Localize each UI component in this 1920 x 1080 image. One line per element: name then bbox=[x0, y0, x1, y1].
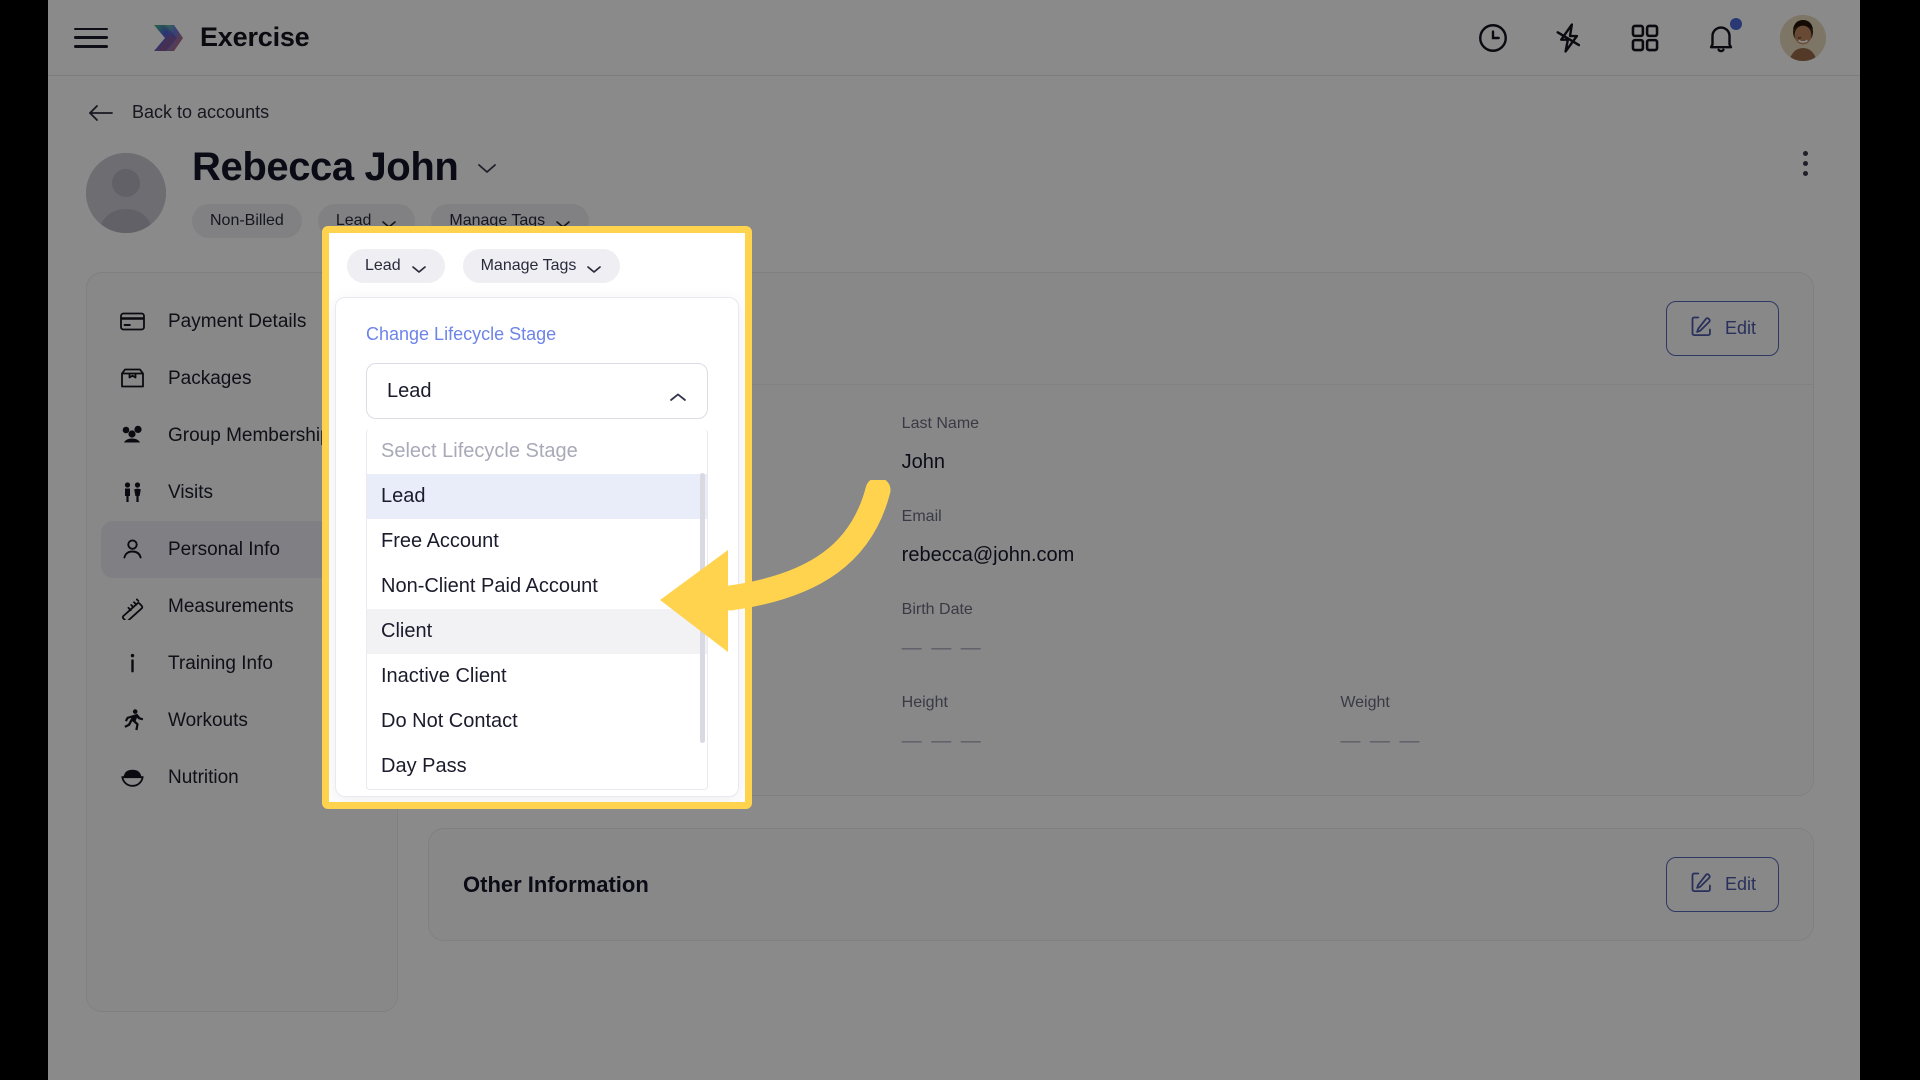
popup-manage-tags-pill[interactable]: Manage Tags bbox=[462, 249, 621, 283]
lifecycle-stage-popup: Lead Manage Tags Change Lifecycle Stage … bbox=[329, 233, 745, 802]
chevron-down-icon[interactable] bbox=[476, 161, 498, 175]
sidebar-item-label: Nutrition bbox=[168, 766, 239, 788]
sidebar-item-label: Payment Details bbox=[168, 310, 307, 332]
package-box-icon bbox=[119, 365, 146, 392]
breadcrumb[interactable]: Back to accounts bbox=[48, 76, 1860, 123]
person-icon bbox=[119, 536, 146, 563]
field-value: John bbox=[901, 451, 946, 473]
other-information-header: Other Information Edit bbox=[429, 829, 1813, 940]
running-person-icon bbox=[119, 707, 146, 734]
lifecycle-option-inactive-client[interactable]: Inactive Client bbox=[367, 654, 707, 699]
brand-name: Exercise bbox=[200, 22, 310, 52]
lifecycle-option-client[interactable]: Client bbox=[367, 609, 707, 654]
lifecycle-option-non-client-paid-account[interactable]: Non-Client Paid Account bbox=[367, 564, 707, 609]
more-options-icon[interactable] bbox=[1803, 151, 1808, 176]
ruler-icon bbox=[119, 593, 146, 620]
sidebar-item-label: Workouts bbox=[168, 709, 248, 731]
edit-pencil-icon bbox=[1689, 870, 1713, 899]
other-information-title: Other Information bbox=[463, 871, 649, 897]
back-arrow-icon bbox=[88, 103, 114, 123]
field-spacer bbox=[1340, 601, 1779, 660]
field-label: Birth Date bbox=[901, 601, 973, 618]
chevron-down-icon bbox=[586, 261, 602, 273]
top-bar-actions bbox=[1476, 14, 1826, 61]
app-window: Exercise Back to accounts Rebecca John N… bbox=[48, 0, 1860, 1080]
field-email: Email rebecca@john.com bbox=[902, 508, 1341, 567]
page-title: Rebecca John bbox=[192, 145, 459, 189]
clock-icon[interactable] bbox=[1476, 21, 1510, 55]
chevron-down-icon bbox=[381, 216, 397, 228]
top-bar: Exercise bbox=[48, 0, 1860, 76]
lifecycle-panel: Change Lifecycle Stage Lead Select Lifec… bbox=[335, 297, 739, 797]
lifecycle-options-list: Select Lifecycle Stage Lead Free Account… bbox=[366, 429, 708, 790]
change-lifecycle-stage-link[interactable]: Change Lifecycle Stage bbox=[336, 298, 738, 363]
field-spacer bbox=[1340, 508, 1779, 567]
popup-pill-row: Lead Manage Tags bbox=[329, 233, 745, 297]
sidebar-item-label: Visits bbox=[168, 481, 214, 503]
field-value: — — — bbox=[901, 637, 983, 659]
field-birth-date: Birth Date — — — bbox=[902, 601, 1341, 660]
profile-name-row: Rebecca John bbox=[192, 145, 1860, 190]
field-value: — — — bbox=[901, 730, 983, 752]
field-height: Height — — — bbox=[902, 694, 1341, 753]
lifecycle-option-lead[interactable]: Lead bbox=[367, 474, 707, 519]
notification-badge bbox=[1730, 17, 1742, 30]
popup-lifecycle-label: Lead bbox=[365, 257, 401, 274]
sidebar-item-label: Packages bbox=[168, 367, 252, 389]
field-weight: Weight — — — bbox=[1340, 694, 1779, 753]
brand: Exercise bbox=[150, 20, 310, 56]
edit-label: Edit bbox=[1724, 874, 1756, 894]
lifecycle-option-free-account[interactable]: Free Account bbox=[367, 519, 707, 564]
profile-avatar bbox=[86, 153, 166, 233]
popup-manage-tags-label: Manage Tags bbox=[480, 257, 577, 274]
sidebar-item-label: Personal Info bbox=[168, 538, 280, 560]
lifecycle-option-do-not-contact[interactable]: Do Not Contact bbox=[367, 699, 707, 744]
bowl-icon bbox=[119, 764, 146, 791]
credit-card-icon bbox=[119, 308, 146, 335]
chevron-up-icon bbox=[669, 386, 687, 401]
field-label: Last Name bbox=[901, 415, 980, 432]
options-scrollbar[interactable] bbox=[700, 473, 705, 743]
hamburger-icon[interactable] bbox=[74, 25, 108, 51]
info-icon bbox=[119, 650, 146, 677]
status-badge-non-billed[interactable]: Non-Billed bbox=[192, 204, 302, 238]
field-label: Weight bbox=[1340, 694, 1390, 711]
back-to-accounts-label: Back to accounts bbox=[132, 102, 270, 122]
field-label: Email bbox=[901, 508, 942, 525]
lifecycle-select-value: Lead bbox=[387, 379, 432, 402]
bell-icon[interactable] bbox=[1704, 17, 1742, 55]
other-information-card: Other Information Edit bbox=[428, 828, 1814, 941]
profile-header: Rebecca John Non-Billed Lead Manage Tags bbox=[48, 123, 1860, 238]
edit-other-information-button[interactable]: Edit bbox=[1665, 857, 1779, 912]
apps-grid-icon[interactable] bbox=[1628, 21, 1662, 55]
field-value: — — — bbox=[1340, 730, 1422, 752]
lifecycle-select[interactable]: Lead bbox=[366, 363, 708, 419]
sidebar-item-label: Group Membership bbox=[168, 424, 331, 446]
field-spacer bbox=[1340, 415, 1779, 474]
popup-lifecycle-pill[interactable]: Lead bbox=[347, 249, 445, 283]
two-people-icon bbox=[119, 479, 146, 506]
edit-pencil-icon bbox=[1689, 314, 1713, 343]
edit-personal-info-button[interactable]: Edit bbox=[1665, 301, 1779, 356]
manage-tags-label: Manage Tags bbox=[449, 212, 546, 229]
chevron-down-icon bbox=[411, 261, 427, 273]
chevron-down-icon bbox=[555, 216, 571, 228]
lifecycle-pill-label: Lead bbox=[335, 212, 372, 229]
field-last-name: Last Name John bbox=[902, 415, 1341, 474]
lifecycle-option-placeholder: Select Lifecycle Stage bbox=[381, 440, 578, 462]
screen: Exercise Back to accounts Rebecca John N… bbox=[0, 0, 1920, 1080]
field-label: Height bbox=[901, 694, 948, 711]
lifecycle-option-day-pass[interactable]: Day Pass bbox=[367, 744, 707, 789]
user-avatar[interactable] bbox=[1780, 14, 1826, 61]
edit-label: Edit bbox=[1724, 318, 1756, 338]
profile-main: Rebecca John Non-Billed Lead Manage Tags bbox=[192, 145, 1860, 238]
lightning-bolt-icon[interactable] bbox=[1552, 21, 1586, 55]
sidebar-item-label: Training Info bbox=[168, 652, 273, 674]
group-people-icon bbox=[119, 422, 146, 449]
body: Payment Details Packages Group Membershi… bbox=[48, 238, 1860, 1012]
non-billed-label: Non-Billed bbox=[210, 212, 284, 229]
field-value: rebecca@john.com bbox=[901, 544, 1075, 566]
sidebar-item-label: Measurements bbox=[168, 595, 294, 617]
brand-logo-icon bbox=[150, 20, 186, 56]
